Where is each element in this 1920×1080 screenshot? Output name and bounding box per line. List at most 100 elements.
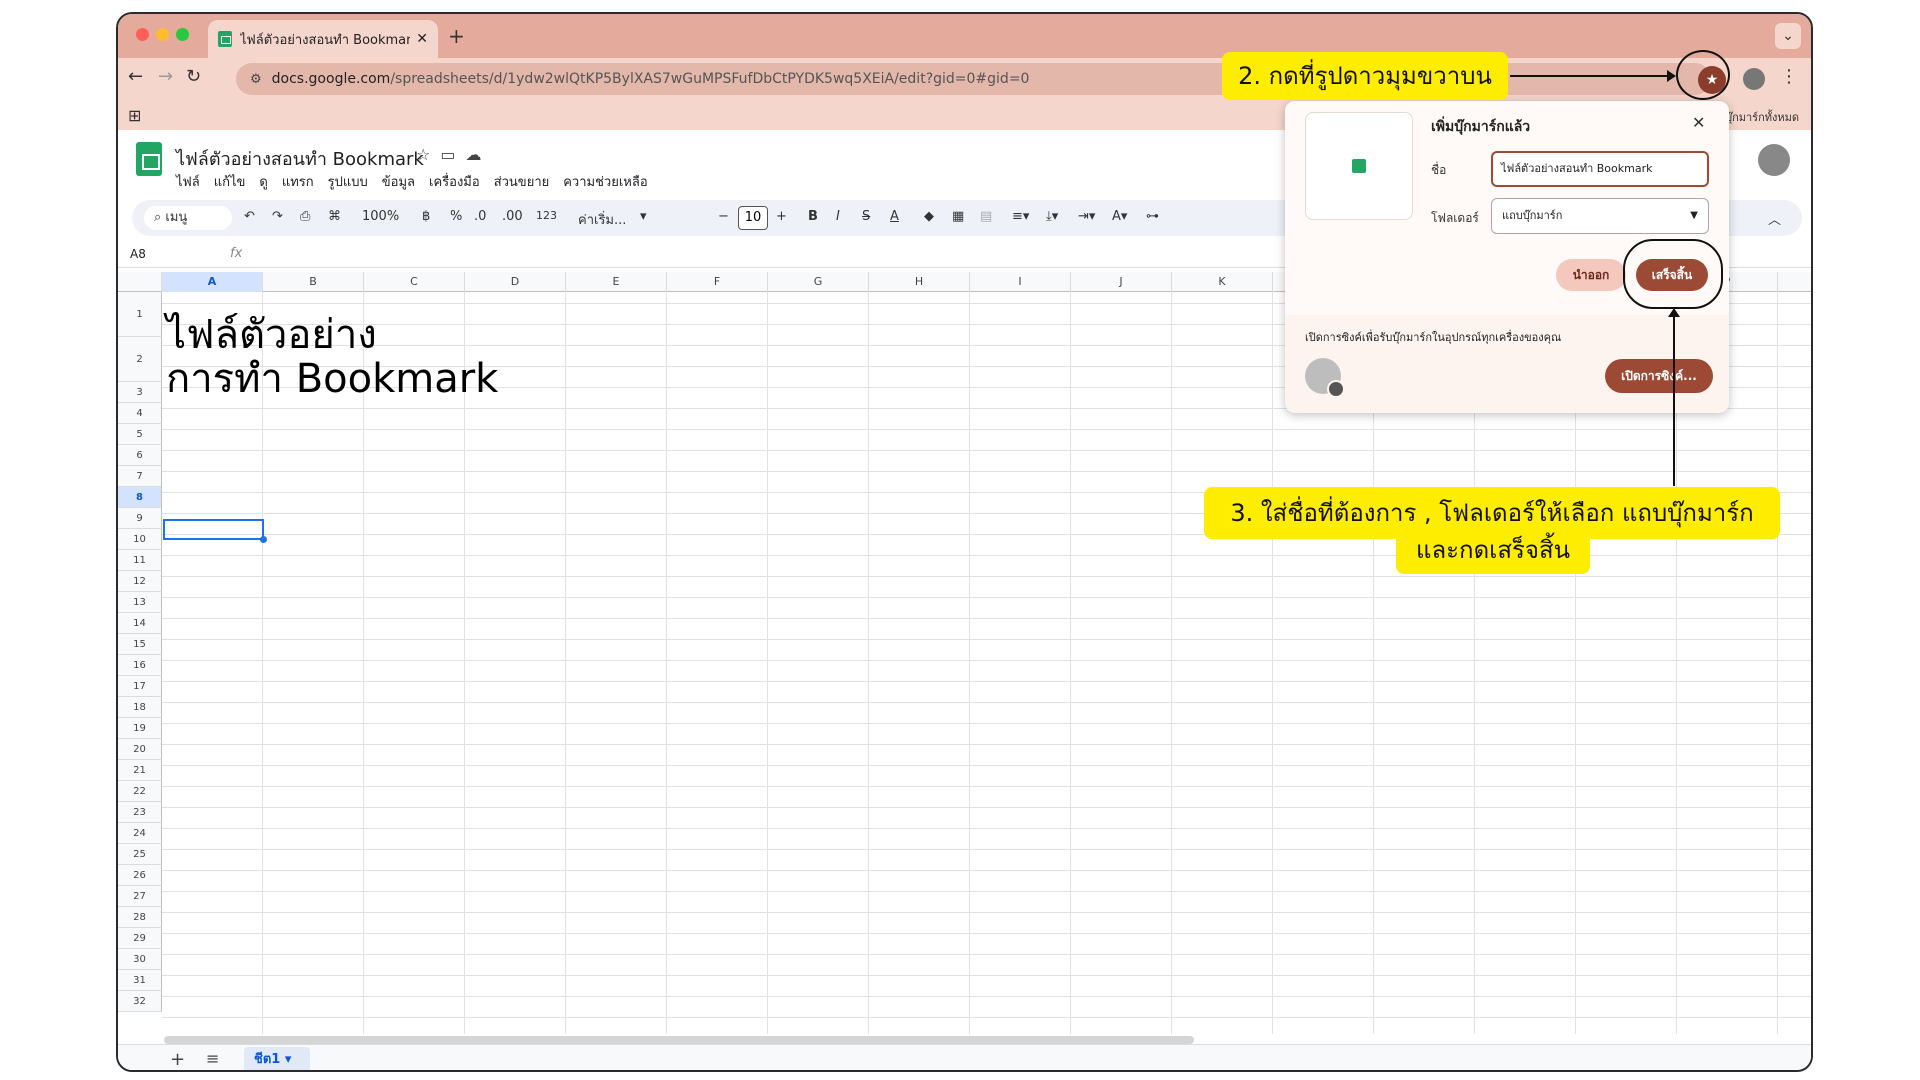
row-header-25[interactable]: 25: [118, 844, 162, 865]
row-header-18[interactable]: 18: [118, 697, 162, 718]
all-bookmarks-link[interactable]: บุ๊กมาร์กทั้งหมด: [1725, 108, 1799, 126]
row-header-5[interactable]: 5: [118, 424, 162, 445]
menu-search-box[interactable]: ⌕ เมนู: [144, 206, 232, 230]
row-header-7[interactable]: 7: [118, 466, 162, 487]
column-header-a[interactable]: A: [162, 272, 263, 292]
increase-font-size-button[interactable]: +: [776, 209, 787, 224]
row-header-28[interactable]: 28: [118, 907, 162, 928]
row-header-15[interactable]: 15: [118, 634, 162, 655]
bold-icon[interactable]: B: [808, 209, 818, 224]
row-header-12[interactable]: 12: [118, 571, 162, 592]
text-color-icon[interactable]: A: [890, 209, 899, 224]
site-info-icon[interactable]: ⚙: [250, 72, 262, 87]
strikethrough-icon[interactable]: S: [862, 209, 870, 224]
back-arrow-icon[interactable]: ←: [128, 66, 143, 87]
row-header-10[interactable]: 10: [118, 529, 162, 550]
column-header-j[interactable]: J: [1071, 272, 1172, 292]
reload-icon[interactable]: ↻: [186, 66, 201, 87]
sheets-logo-icon[interactable]: [136, 142, 162, 176]
apps-grid-icon[interactable]: ⊞: [128, 106, 141, 125]
menu-format[interactable]: รูปแบบ: [328, 171, 368, 192]
zoom-window-button[interactable]: [176, 28, 189, 41]
all-sheets-icon[interactable]: ≡: [206, 1049, 219, 1068]
menu-insert[interactable]: แทรก: [282, 171, 314, 192]
move-folder-icon[interactable]: ▭: [440, 145, 465, 164]
sheet-tab-1[interactable]: ชีต1 ▾: [244, 1047, 310, 1070]
row-header-31[interactable]: 31: [118, 970, 162, 991]
row-header-22[interactable]: 22: [118, 781, 162, 802]
currency-format-button[interactable]: ฿: [422, 209, 430, 224]
italic-icon[interactable]: I: [836, 209, 840, 224]
row-header-24[interactable]: 24: [118, 823, 162, 844]
menu-extensions[interactable]: ส่วนขยาย: [494, 171, 550, 192]
cell-a2[interactable]: การทำ Bookmark: [166, 346, 498, 410]
zoom-select[interactable]: 100%: [362, 209, 399, 224]
account-avatar[interactable]: [1758, 144, 1790, 176]
font-size-input[interactable]: 10: [738, 206, 768, 230]
selected-cell-a8[interactable]: [163, 519, 267, 543]
undo-icon[interactable]: ↶: [244, 209, 255, 224]
column-header-k[interactable]: K: [1172, 272, 1273, 292]
menu-file[interactable]: ไฟล์: [176, 171, 200, 192]
paint-format-icon[interactable]: ⌘: [328, 209, 341, 224]
collapse-toolbar-icon[interactable]: ︿: [1768, 209, 1781, 228]
document-title[interactable]: ไฟล์ตัวอย่างสอนทำ Bookmark: [176, 144, 424, 173]
forward-arrow-icon[interactable]: →: [158, 66, 173, 87]
menu-data[interactable]: ข้อมูล: [382, 171, 415, 192]
merge-cells-icon[interactable]: ▤: [980, 209, 992, 224]
bookmark-name-input[interactable]: ไฟล์ตัวอย่างสอนทำ Bookmark: [1491, 151, 1709, 187]
profile-avatar[interactable]: [1743, 68, 1765, 90]
row-header-20[interactable]: 20: [118, 739, 162, 760]
redo-icon[interactable]: ↷: [272, 209, 283, 224]
number-format-button[interactable]: 123: [536, 209, 557, 222]
fill-color-icon[interactable]: ◆: [924, 209, 934, 224]
borders-icon[interactable]: ▦: [952, 209, 964, 224]
print-icon[interactable]: ⎙: [300, 209, 310, 224]
column-header-b[interactable]: B: [263, 272, 364, 292]
decrease-font-size-button[interactable]: −: [718, 209, 729, 224]
row-header-13[interactable]: 13: [118, 592, 162, 613]
column-header-g[interactable]: G: [768, 272, 869, 292]
close-icon[interactable]: ✕: [1692, 113, 1705, 132]
column-header-i[interactable]: I: [970, 272, 1071, 292]
row-header-27[interactable]: 27: [118, 886, 162, 907]
row-header-4[interactable]: 4: [118, 403, 162, 424]
tab-search-button[interactable]: ⌄: [1775, 23, 1801, 49]
row-header-3[interactable]: 3: [118, 382, 162, 403]
row-header-29[interactable]: 29: [118, 928, 162, 949]
menu-help[interactable]: ความช่วยเหลือ: [563, 171, 647, 192]
select-all-corner[interactable]: [118, 272, 162, 292]
column-header-h[interactable]: H: [869, 272, 970, 292]
tab-close-icon[interactable]: ✕: [416, 31, 428, 47]
row-header-17[interactable]: 17: [118, 676, 162, 697]
row-header-1[interactable]: 1: [118, 292, 162, 337]
row-header-8[interactable]: 8: [118, 487, 162, 508]
more-menu-icon[interactable]: ⋮: [1780, 66, 1798, 87]
turn-on-sync-button[interactable]: เปิดการซิงค์...: [1605, 359, 1713, 393]
name-box[interactable]: A8: [130, 247, 146, 261]
row-header-6[interactable]: 6: [118, 445, 162, 466]
row-header-26[interactable]: 26: [118, 865, 162, 886]
close-window-button[interactable]: [136, 28, 149, 41]
column-header-d[interactable]: D: [465, 272, 566, 292]
new-tab-button[interactable]: +: [448, 24, 465, 48]
column-header-f[interactable]: F: [667, 272, 768, 292]
row-header-11[interactable]: 11: [118, 550, 162, 571]
font-select[interactable]: ค่าเริ่ม...: [578, 209, 626, 230]
insert-link-icon[interactable]: ⊶: [1146, 209, 1159, 224]
horizontal-scrollbar[interactable]: [164, 1036, 1194, 1044]
row-header-32[interactable]: 32: [118, 991, 162, 1012]
row-header-16[interactable]: 16: [118, 655, 162, 676]
star-doc-icon[interactable]: ☆: [416, 145, 440, 164]
menu-view[interactable]: ดู: [259, 171, 267, 192]
row-header-23[interactable]: 23: [118, 802, 162, 823]
vertical-align-icon[interactable]: ⤓▾: [1046, 209, 1058, 224]
text-rotation-icon[interactable]: A▾: [1112, 209, 1127, 224]
menu-tools[interactable]: เครื่องมือ: [429, 171, 480, 192]
column-header-e[interactable]: E: [566, 272, 667, 292]
row-header-9[interactable]: 9: [118, 508, 162, 529]
column-header-c[interactable]: C: [364, 272, 465, 292]
row-header-14[interactable]: 14: [118, 613, 162, 634]
row-header-19[interactable]: 19: [118, 718, 162, 739]
horizontal-align-icon[interactable]: ≡▾: [1012, 209, 1029, 224]
